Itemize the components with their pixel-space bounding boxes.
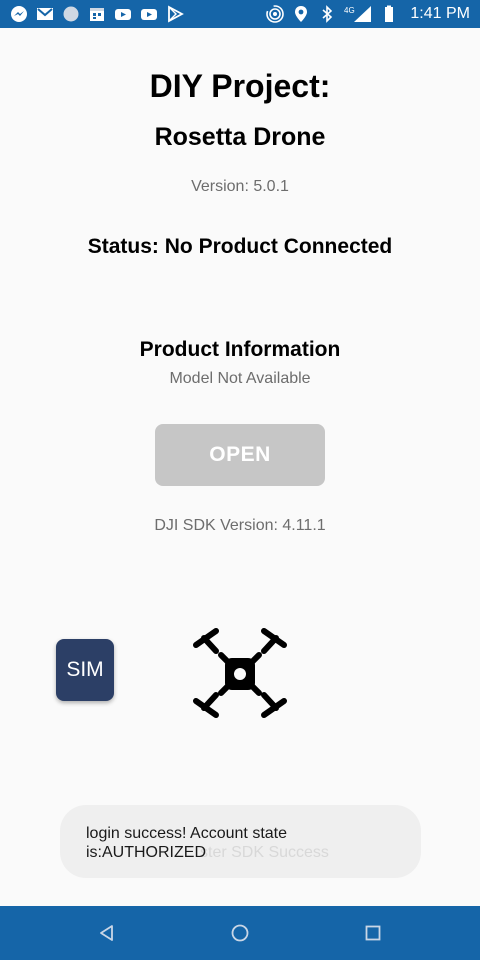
signal-icon: 4G (344, 5, 372, 23)
drone-icon[interactable] (190, 625, 290, 721)
location-icon (292, 5, 310, 23)
app-name: Rosetta Drone (154, 123, 326, 151)
app-version: Version: 5.0.1 (191, 178, 289, 195)
sdk-version: DJI SDK Version: 4.11.1 (154, 517, 326, 534)
youtube-icon (140, 5, 158, 23)
connection-status: Status: No Product Connected (87, 235, 393, 258)
messenger-icon (10, 5, 28, 23)
toast-message: login success! Account state is:AUTHORIZ… (86, 825, 287, 861)
notification-icons (10, 5, 184, 23)
hotspot-icon (266, 5, 285, 23)
recents-icon[interactable] (360, 920, 386, 946)
bluetooth-icon (318, 5, 336, 23)
play-store-icon (166, 5, 184, 23)
home-icon[interactable] (227, 920, 253, 946)
status-bar: 4G 1:41 PM (0, 0, 480, 28)
main-content: DIY Project: Rosetta Drone Version: 5.0.… (0, 28, 480, 906)
product-info-heading: Product Information (139, 338, 341, 361)
youtube-icon (114, 5, 132, 23)
svg-text:4G: 4G (344, 6, 355, 15)
status-time: 1:41 PM (410, 5, 470, 22)
page-title: DIY Project: (149, 68, 331, 104)
product-model: Model Not Available (169, 370, 311, 387)
open-button[interactable]: OPEN (155, 424, 325, 486)
back-icon[interactable] (94, 920, 120, 946)
circle-app-icon (62, 5, 80, 23)
calendar-icon (88, 5, 106, 23)
sim-button[interactable]: SIM (56, 639, 114, 701)
toast-notification: ster SDK Success login success! Account … (60, 805, 421, 878)
system-icons: 4G 1:41 PM (266, 5, 470, 23)
battery-icon (380, 5, 398, 23)
gmail-icon (36, 5, 54, 23)
navigation-bar (0, 906, 480, 960)
